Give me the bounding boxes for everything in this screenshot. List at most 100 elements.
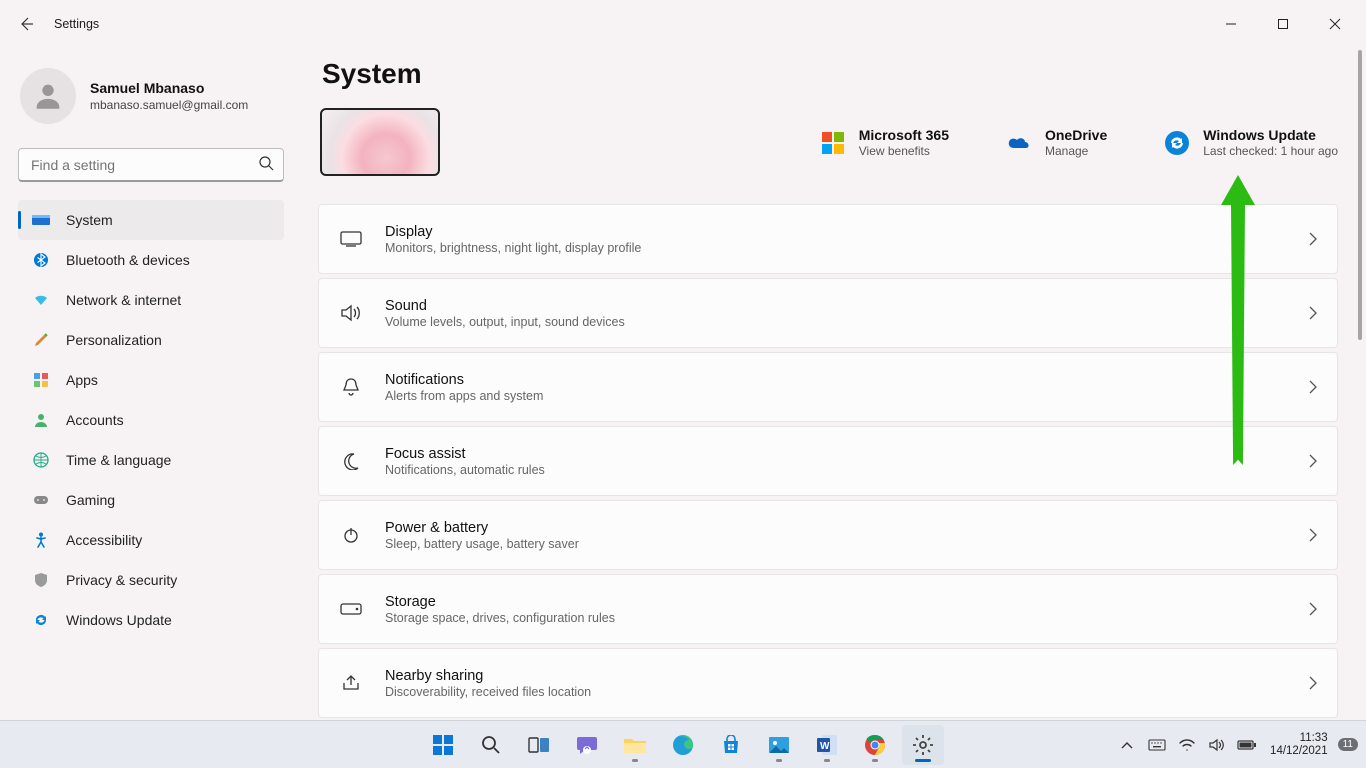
card-subtitle: Volume levels, output, input, sound devi… — [385, 315, 625, 329]
shortcut-title: Microsoft 365 — [859, 127, 949, 143]
person-icon — [31, 79, 65, 113]
nav-windows-update[interactable]: Windows Update — [18, 600, 284, 640]
accessibility-icon — [32, 532, 50, 548]
shortcut-subtitle: Manage — [1045, 144, 1107, 158]
nav-accounts[interactable]: Accounts — [18, 400, 284, 440]
close-button[interactable] — [1312, 8, 1358, 40]
search-input[interactable] — [18, 148, 284, 182]
nav-list: System Bluetooth & devices Network & int… — [18, 200, 284, 640]
card-storage[interactable]: StorageStorage space, drives, configurat… — [318, 574, 1338, 644]
storage-icon — [339, 603, 363, 615]
card-title: Focus assist — [385, 446, 545, 462]
taskbar-search[interactable] — [470, 725, 512, 765]
nav-label: Personalization — [66, 332, 162, 348]
nav-apps[interactable]: Apps — [18, 360, 284, 400]
shortcut-windows-update[interactable]: Windows Update Last checked: 1 hour ago — [1163, 127, 1338, 158]
card-title: Sound — [385, 298, 625, 314]
chevron-right-icon — [1309, 232, 1317, 246]
shortcut-microsoft-365[interactable]: Microsoft 365 View benefits — [819, 127, 949, 158]
nav-label: Accounts — [66, 412, 124, 428]
tray-chevron-up[interactable] — [1114, 725, 1140, 765]
card-title: Notifications — [385, 372, 543, 388]
start-button[interactable] — [422, 725, 464, 765]
chevron-right-icon — [1309, 602, 1317, 616]
card-notifications[interactable]: NotificationsAlerts from apps and system — [318, 352, 1338, 422]
shortcut-subtitle: View benefits — [859, 144, 949, 158]
scrollbar-thumb[interactable] — [1358, 50, 1362, 340]
chevron-right-icon — [1309, 454, 1317, 468]
minimize-button[interactable] — [1208, 8, 1254, 40]
shield-icon — [32, 572, 50, 588]
taskbar-store[interactable] — [710, 725, 752, 765]
search-icon — [258, 155, 274, 171]
sidebar: Samuel Mbanaso mbanaso.samuel@gmail.com … — [0, 48, 300, 720]
nav-label: Time & language — [66, 452, 171, 468]
taskbar-chrome[interactable] — [854, 725, 896, 765]
back-arrow-icon — [18, 16, 34, 32]
paintbrush-icon — [32, 332, 50, 348]
back-button[interactable] — [8, 6, 44, 42]
scrollbar[interactable] — [1354, 48, 1366, 720]
taskbar-file-explorer[interactable] — [614, 725, 656, 765]
wifi-icon — [32, 293, 50, 307]
card-subtitle: Discoverability, received files location — [385, 685, 591, 699]
taskbar-photos[interactable] — [758, 725, 800, 765]
tray-battery-icon[interactable] — [1234, 725, 1260, 765]
search-box[interactable] — [18, 148, 284, 182]
card-title: Display — [385, 224, 641, 240]
hero-row: Microsoft 365 View benefits OneDrive Man… — [320, 108, 1338, 176]
shortcut-onedrive[interactable]: OneDrive Manage — [1005, 127, 1107, 158]
chevron-right-icon — [1309, 380, 1317, 394]
microsoft-365-icon — [822, 132, 844, 154]
nav-network[interactable]: Network & internet — [18, 280, 284, 320]
maximize-button[interactable] — [1260, 8, 1306, 40]
taskbar-task-view[interactable] — [518, 725, 560, 765]
shortcut-subtitle: Last checked: 1 hour ago — [1203, 144, 1338, 158]
moon-icon — [339, 452, 363, 470]
tray-volume-icon[interactable] — [1204, 725, 1230, 765]
bluetooth-icon — [32, 252, 50, 268]
card-focus-assist[interactable]: Focus assistNotifications, automatic rul… — [318, 426, 1338, 496]
globe-clock-icon — [32, 452, 50, 468]
taskbar-chat[interactable] — [566, 725, 608, 765]
taskbar-settings[interactable] — [902, 725, 944, 765]
desktop-preview-thumbnail[interactable] — [320, 108, 440, 176]
tray-wifi-icon[interactable] — [1174, 725, 1200, 765]
nav-bluetooth[interactable]: Bluetooth & devices — [18, 240, 284, 280]
user-profile[interactable]: Samuel Mbanaso mbanaso.samuel@gmail.com — [18, 62, 284, 140]
tray-keyboard-icon[interactable] — [1144, 725, 1170, 765]
nav-time[interactable]: Time & language — [18, 440, 284, 480]
share-icon — [339, 674, 363, 692]
card-nearby-sharing[interactable]: Nearby sharingDiscoverability, received … — [318, 648, 1338, 718]
taskbar-time: 11:33 — [1300, 732, 1328, 745]
nav-accessibility[interactable]: Accessibility — [18, 520, 284, 560]
card-display[interactable]: DisplayMonitors, brightness, night light… — [318, 204, 1338, 274]
card-subtitle: Storage space, drives, configuration rul… — [385, 611, 615, 625]
taskbar-word[interactable]: W — [806, 725, 848, 765]
titlebar: Settings — [0, 0, 1366, 48]
nav-label: Gaming — [66, 492, 115, 508]
power-icon — [339, 526, 363, 544]
update-icon — [32, 612, 50, 628]
nav-label: Privacy & security — [66, 572, 177, 588]
main-content: System Microsoft 365 View benefits On — [300, 48, 1366, 720]
nav-gaming[interactable]: Gaming — [18, 480, 284, 520]
onedrive-icon — [1005, 129, 1033, 157]
nav-privacy[interactable]: Privacy & security — [18, 560, 284, 600]
nav-label: Apps — [66, 372, 98, 388]
display-icon — [339, 231, 363, 247]
user-name: Samuel Mbanaso — [90, 80, 248, 96]
chevron-right-icon — [1309, 306, 1317, 320]
card-power[interactable]: Power & batterySleep, battery usage, bat… — [318, 500, 1338, 570]
sound-icon — [339, 304, 363, 322]
taskbar-edge[interactable] — [662, 725, 704, 765]
nav-personalization[interactable]: Personalization — [18, 320, 284, 360]
nav-label: Network & internet — [66, 292, 181, 308]
nav-system[interactable]: System — [18, 200, 284, 240]
card-sound[interactable]: SoundVolume levels, output, input, sound… — [318, 278, 1338, 348]
taskbar-clock[interactable]: 11:33 14/12/2021 — [1270, 732, 1328, 757]
card-title: Nearby sharing — [385, 668, 591, 684]
window-title: Settings — [54, 17, 99, 31]
notification-count[interactable]: 11 — [1338, 738, 1358, 751]
accounts-icon — [32, 412, 50, 428]
